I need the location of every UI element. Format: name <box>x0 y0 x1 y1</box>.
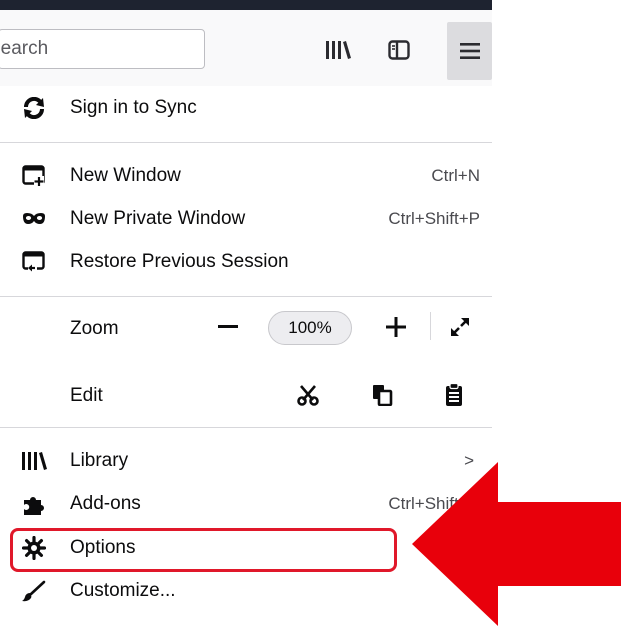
minus-icon <box>218 325 238 328</box>
menu-separator <box>0 427 492 428</box>
menu-item-restore-session[interactable]: Restore Previous Session <box>0 242 492 282</box>
sign-in-label: Sign in to Sync <box>70 97 197 118</box>
menu-item-new-window[interactable]: New Window Ctrl+N <box>0 156 492 196</box>
options-highlight-box <box>10 528 397 572</box>
zoom-label: Zoom <box>70 318 119 339</box>
copy-button[interactable] <box>364 379 400 411</box>
menu-item-edit: Edit <box>0 375 492 415</box>
cut-button[interactable] <box>290 379 326 411</box>
menu-item-zoom: Zoom 100% <box>0 308 492 348</box>
search-text: Search <box>0 38 49 59</box>
sync-icon <box>20 96 48 120</box>
addons-label: Add-ons <box>70 493 141 514</box>
search-box[interactable]: Search <box>0 29 205 69</box>
restore-session-icon <box>20 250 48 274</box>
zoom-divider <box>430 312 431 340</box>
fullscreen-icon <box>451 318 469 336</box>
navigation-toolbar: Search <box>0 10 492 86</box>
hamburger-menu-icon <box>459 43 480 59</box>
zoom-reset-button[interactable]: 100% <box>268 311 352 345</box>
fullscreen-button[interactable] <box>440 310 480 344</box>
customize-label: Customize... <box>70 580 176 601</box>
window-titlebar <box>0 0 492 10</box>
scissors-icon <box>297 385 319 406</box>
new-private-window-shortcut: Ctrl+Shift+P <box>388 209 480 228</box>
sidebar-icon[interactable] <box>381 32 417 68</box>
zoom-out-button[interactable] <box>210 310 246 344</box>
menu-item-new-private-window[interactable]: New Private Window Ctrl+Shift+P <box>0 199 492 239</box>
menu-separator <box>0 296 492 297</box>
puzzle-piece-icon <box>20 492 48 516</box>
zoom-in-button[interactable] <box>378 310 414 344</box>
edit-label: Edit <box>70 385 103 406</box>
restore-session-label: Restore Previous Session <box>70 251 289 272</box>
plus-icon <box>386 317 406 337</box>
new-private-window-label: New Private Window <box>70 208 246 229</box>
clipboard-icon <box>446 383 462 406</box>
new-window-label: New Window <box>70 165 181 186</box>
hamburger-menu-button[interactable] <box>447 22 492 80</box>
copy-icon <box>373 385 393 406</box>
library-icon <box>20 449 48 473</box>
paintbrush-icon <box>20 579 48 603</box>
paste-button[interactable] <box>436 379 472 411</box>
red-arrow-annotation <box>412 462 621 626</box>
private-mask-icon <box>20 207 48 231</box>
new-window-shortcut: Ctrl+N <box>431 166 480 185</box>
menu-separator <box>0 142 492 143</box>
library-label: Library <box>70 450 129 471</box>
library-icon[interactable] <box>320 32 356 68</box>
menu-item-sign-in-sync[interactable]: Sign in to Sync <box>0 88 492 128</box>
new-window-icon <box>20 164 48 188</box>
